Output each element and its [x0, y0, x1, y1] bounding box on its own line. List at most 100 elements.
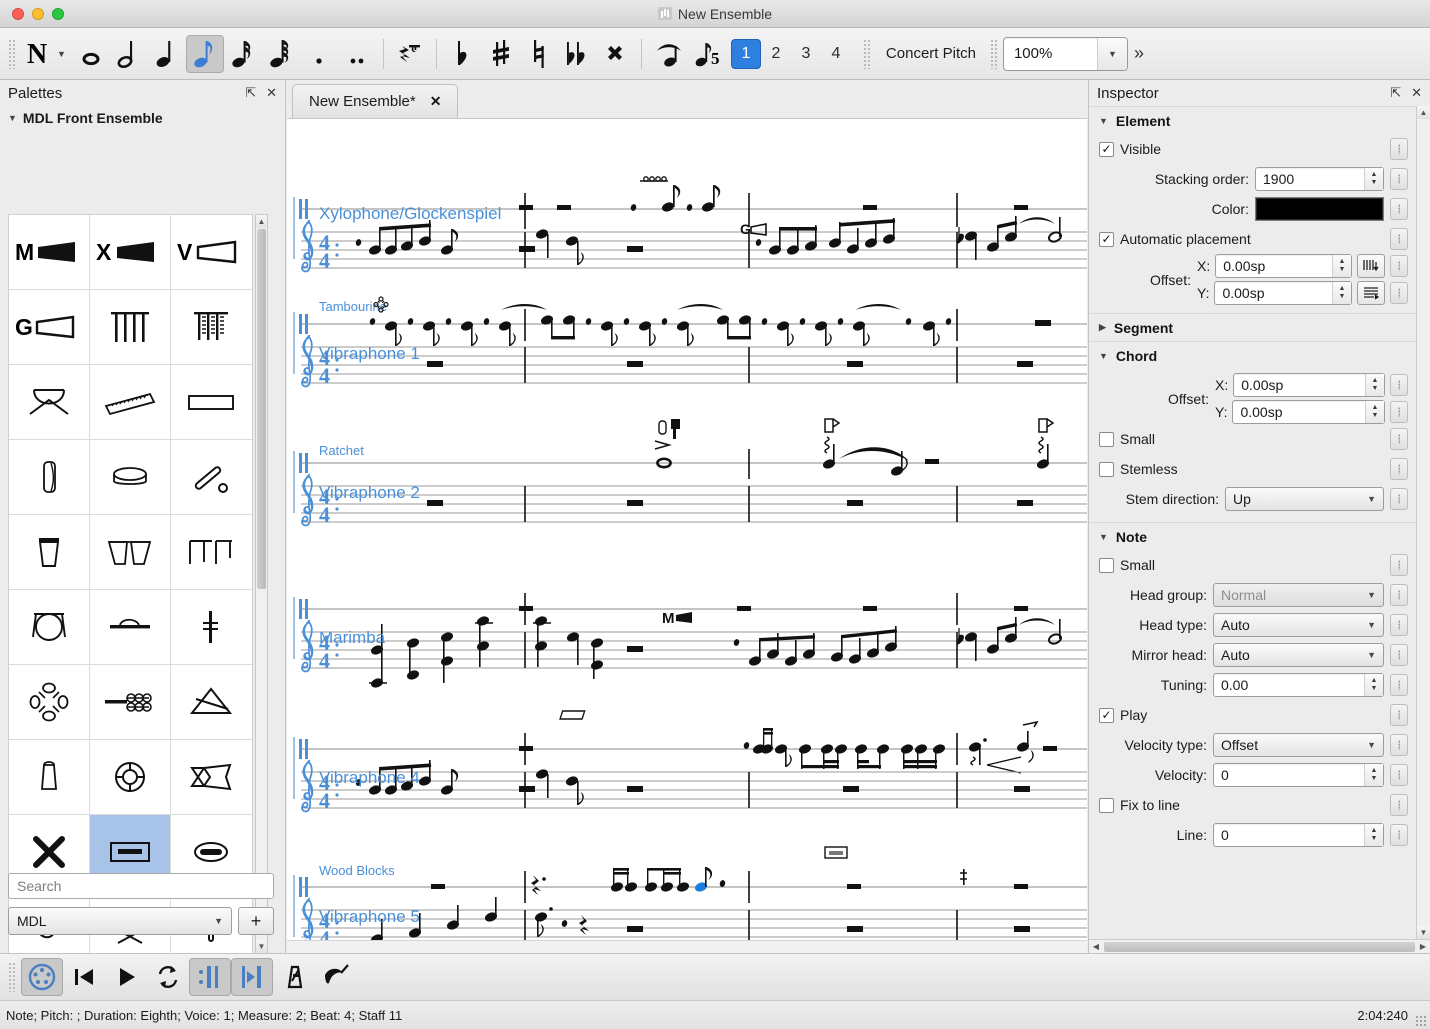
- palette-cell-triangle[interactable]: [171, 665, 252, 740]
- snap-vertical-icon[interactable]: [1357, 281, 1385, 305]
- chevron-right-icon[interactable]: ▶: [1099, 322, 1106, 333]
- reset-color-button[interactable]: [1390, 198, 1408, 220]
- fix-to-line-checkbox[interactable]: [1099, 798, 1114, 813]
- scrollbar-thumb[interactable]: [257, 229, 266, 589]
- toolbar-drag-grip[interactable]: [990, 39, 999, 69]
- double-augmentation-dot-button[interactable]: [338, 35, 376, 73]
- palette-cell-china-cymbal[interactable]: [90, 740, 171, 815]
- reset-stem-direction-button[interactable]: [1390, 488, 1408, 510]
- reset-line-button[interactable]: [1390, 824, 1408, 846]
- palette-search-input[interactable]: Search: [8, 873, 274, 899]
- play-button[interactable]: [105, 958, 147, 996]
- scroll-left-icon[interactable]: ◀: [1089, 942, 1103, 951]
- spinner-arrows-icon[interactable]: ▲▼: [1365, 401, 1384, 423]
- workspace-combobox[interactable]: MDL ▼: [8, 907, 232, 935]
- reset-mirror-head-button[interactable]: [1390, 644, 1408, 666]
- palette-cell-wind-chimes[interactable]: [171, 290, 252, 365]
- color-swatch-button[interactable]: [1255, 197, 1384, 221]
- reset-note-small-button[interactable]: [1390, 554, 1408, 576]
- metronome-button[interactable]: [273, 958, 315, 996]
- chevron-down-icon[interactable]: ▼: [1099, 532, 1108, 542]
- palette-group-mdl-front-ensemble[interactable]: ▼ MDL Front Ensemble: [0, 106, 285, 130]
- automatic-placement-checkbox[interactable]: ✓: [1099, 232, 1114, 247]
- double-flat-button[interactable]: [558, 35, 596, 73]
- chevron-down-icon[interactable]: ▼: [8, 113, 17, 123]
- inspector-section-element[interactable]: ▼ Element: [1089, 106, 1416, 134]
- voice-3-button[interactable]: 3: [791, 39, 821, 69]
- chevron-down-icon[interactable]: ▼: [1099, 351, 1108, 361]
- flat-button[interactable]: [444, 35, 482, 73]
- note-small-checkbox[interactable]: [1099, 558, 1114, 573]
- palette-cell-wood-block[interactable]: [171, 365, 252, 440]
- chevron-down-icon[interactable]: ▼: [1367, 494, 1376, 504]
- close-icon[interactable]: ✕: [1411, 85, 1422, 101]
- voice-1-button[interactable]: 1: [731, 39, 761, 69]
- palette-cell-triangle-beater[interactable]: [171, 440, 252, 515]
- palette-cell-bell-tree[interactable]: [9, 740, 90, 815]
- reset-chord-stemless-button[interactable]: [1390, 458, 1408, 480]
- palette-cell-xylophone-wedge[interactable]: X: [90, 215, 171, 290]
- double-sharp-button[interactable]: [596, 35, 634, 73]
- duration-half-button[interactable]: [110, 35, 148, 73]
- spinner-arrows-icon[interactable]: ▲▼: [1332, 255, 1351, 277]
- palette-cell-double-cowbell[interactable]: [90, 515, 171, 590]
- undock-icon[interactable]: ⇱: [1390, 85, 1401, 101]
- duration-32nd-button[interactable]: [262, 35, 300, 73]
- scroll-down-icon[interactable]: ▼: [256, 940, 267, 953]
- voice-2-button[interactable]: 2: [761, 39, 791, 69]
- palette-cell-glockenspiel-wedge[interactable]: G: [9, 290, 90, 365]
- reset-chord-offset-x-button[interactable]: [1390, 374, 1408, 396]
- palette-cell-shaker[interactable]: [9, 440, 90, 515]
- inspector-section-note[interactable]: ▼ Note: [1089, 522, 1416, 550]
- tuning-spinbox[interactable]: 0.00 ▲▼: [1213, 673, 1384, 697]
- chevron-down-icon[interactable]: ▼: [1099, 116, 1108, 126]
- score-horizontal-scrollbar[interactable]: [287, 940, 1087, 953]
- visible-checkbox[interactable]: ✓: [1099, 142, 1114, 157]
- stem-direction-combobox[interactable]: Up ▼: [1225, 487, 1384, 511]
- spinner-arrows-icon[interactable]: ▲▼: [1364, 824, 1383, 846]
- reset-fix-to-line-button[interactable]: [1390, 794, 1408, 816]
- spinner-arrows-icon[interactable]: ▲▼: [1364, 674, 1383, 696]
- reset-play-button[interactable]: [1390, 704, 1408, 726]
- scrollbar-thumb[interactable]: [1104, 942, 1415, 952]
- inspector-horizontal-scrollbar[interactable]: ◀ ▶: [1089, 939, 1430, 953]
- zoom-combobox[interactable]: 100% ▼: [1003, 37, 1128, 71]
- reset-automatic-placement-button[interactable]: [1390, 228, 1408, 250]
- spinner-arrows-icon[interactable]: ▲▼: [1332, 282, 1351, 304]
- chord-offset-x-spinbox[interactable]: 0.00sp ▲▼: [1233, 373, 1385, 397]
- chevron-down-icon[interactable]: ▼: [1367, 590, 1376, 600]
- head-type-combobox[interactable]: Auto ▼: [1213, 613, 1384, 637]
- palette-cell-vibraphone-wedge[interactable]: V: [171, 215, 252, 290]
- chord-stemless-checkbox[interactable]: [1099, 462, 1114, 477]
- palette-cell-tambourine-drum[interactable]: [90, 440, 171, 515]
- velocity-type-combobox[interactable]: Offset ▼: [1213, 733, 1384, 757]
- duration-eighth-button[interactable]: [186, 35, 224, 73]
- palette-cell-brake-drums[interactable]: [171, 515, 252, 590]
- duration-quarter-button[interactable]: [148, 35, 186, 73]
- chevron-down-icon[interactable]: ▼: [1367, 740, 1376, 750]
- document-tab-new-ensemble[interactable]: New Ensemble* ✕: [292, 84, 458, 118]
- tie-button[interactable]: [649, 35, 689, 73]
- chevron-down-icon[interactable]: ▼: [1367, 620, 1376, 630]
- palette-cell-castanets[interactable]: [9, 665, 90, 740]
- head-group-combobox[interactable]: Normal ▼: [1213, 583, 1384, 607]
- snap-horizontal-icon[interactable]: [1357, 254, 1385, 278]
- reset-chord-small-button[interactable]: [1390, 428, 1408, 450]
- tuplet-button[interactable]: 5: [689, 35, 731, 73]
- augmentation-dot-button[interactable]: [300, 35, 338, 73]
- palette-cell-marimba-wedge[interactable]: M: [9, 215, 90, 290]
- palette-cell-chimes[interactable]: [90, 290, 171, 365]
- spinner-arrows-icon[interactable]: ▲▼: [1365, 374, 1384, 396]
- palette-cell-finger-cymbal[interactable]: [171, 590, 252, 665]
- reset-velocity-type-button[interactable]: [1390, 734, 1408, 756]
- palette-vertical-scrollbar[interactable]: ▲ ▼: [255, 214, 268, 954]
- reset-chord-offset-y-button[interactable]: [1390, 401, 1408, 423]
- palette-cell-bass-drum[interactable]: [9, 590, 90, 665]
- element-offset-y-spinbox[interactable]: 0.00sp ▲▼: [1214, 281, 1352, 305]
- chevron-down-icon[interactable]: ▼: [57, 49, 66, 59]
- midi-input-button[interactable]: [21, 958, 63, 996]
- scroll-up-icon[interactable]: ▲: [1417, 106, 1430, 119]
- reset-element-offset-y-button[interactable]: [1390, 282, 1408, 304]
- chord-offset-y-spinbox[interactable]: 0.00sp ▲▼: [1232, 400, 1385, 424]
- duration-whole-button[interactable]: [72, 35, 110, 73]
